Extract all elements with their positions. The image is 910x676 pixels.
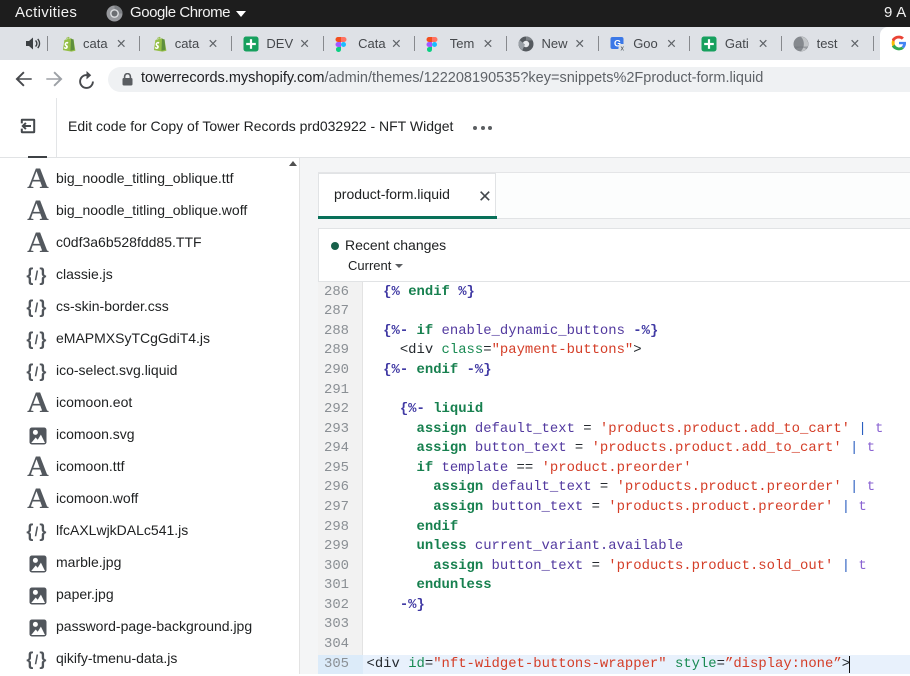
svg-text:x: x: [620, 46, 624, 53]
